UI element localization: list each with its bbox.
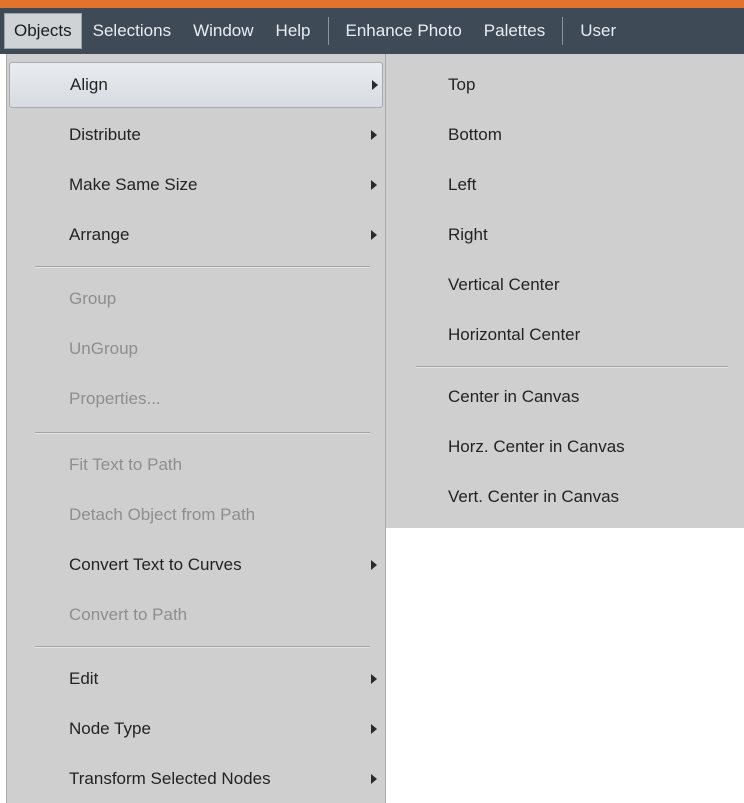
menu-enhance-photo-label: Enhance Photo	[345, 21, 462, 40]
submenu-item-right[interactable]: Right	[386, 212, 744, 258]
menu-item-label: Convert to Path	[69, 605, 188, 624]
menu-palettes[interactable]: Palettes	[473, 13, 556, 49]
menu-selections[interactable]: Selections	[82, 13, 182, 49]
submenu-item-top[interactable]: Top	[386, 62, 744, 108]
menu-selections-label: Selections	[92, 21, 172, 40]
menu-user-label: User	[580, 21, 617, 40]
menu-item-label: Edit	[69, 669, 99, 688]
menu-window[interactable]: Window	[182, 13, 264, 49]
menu-item-convert-to-path: Convert to Path	[9, 592, 383, 638]
menu-bar: Objects Selections Window Help Enhance P…	[0, 8, 744, 54]
menu-item-convert-text-to-curves[interactable]: Convert Text to Curves	[9, 542, 383, 588]
menu-objects-label: Objects	[14, 21, 72, 40]
submenu-arrow-icon	[371, 130, 377, 140]
menu-item-label: Node Type	[69, 719, 151, 738]
title-accent-strip	[0, 0, 744, 8]
menu-item-label: Group	[69, 289, 117, 308]
menu-item-label: Transform Selected Nodes	[69, 769, 271, 788]
menu-help-label: Help	[275, 21, 311, 40]
menu-separator	[35, 646, 370, 648]
menu-item-edit[interactable]: Edit	[9, 656, 383, 702]
menu-item-label: Fit Text to Path	[69, 455, 183, 474]
menu-item-fit-text-to-path: Fit Text to Path	[9, 442, 383, 488]
menu-item-properties: Properties...	[9, 376, 383, 422]
submenu-item-label: Horz. Center in Canvas	[448, 437, 625, 456]
submenu-item-horz-center-in-canvas[interactable]: Horz. Center in Canvas	[386, 424, 744, 470]
submenu-arrow-icon	[371, 774, 377, 784]
submenu-separator	[416, 366, 728, 368]
submenu-item-label: Right	[448, 225, 488, 244]
menu-item-label: UnGroup	[69, 339, 138, 358]
menu-window-label: Window	[193, 21, 254, 40]
submenu-item-label: Top	[448, 75, 476, 94]
submenu-item-label: Vert. Center in Canvas	[448, 487, 620, 506]
menubar-divider	[327, 17, 329, 45]
submenu-item-center-in-canvas[interactable]: Center in Canvas	[386, 374, 744, 420]
menu-item-label: Make Same Size	[69, 175, 198, 194]
menu-palettes-label: Palettes	[483, 21, 546, 40]
submenu-item-label: Bottom	[448, 125, 502, 144]
submenu-item-bottom[interactable]: Bottom	[386, 112, 744, 158]
submenu-item-vert-center-in-canvas[interactable]: Vert. Center in Canvas	[386, 474, 744, 520]
submenu-item-vertical-center[interactable]: Vertical Center	[386, 262, 744, 308]
submenu-item-label: Center in Canvas	[448, 387, 580, 406]
submenu-arrow-icon	[371, 230, 377, 240]
menu-item-label: Arrange	[69, 225, 130, 244]
submenu-arrow-icon	[371, 724, 377, 734]
menubar-divider	[562, 17, 564, 45]
menu-item-detach-object-from-path: Detach Object from Path	[9, 492, 383, 538]
menu-item-distribute[interactable]: Distribute	[9, 112, 383, 158]
objects-dropdown-menu: Align Distribute Make Same Size Arrange …	[6, 54, 386, 803]
submenu-item-label: Vertical Center	[448, 275, 560, 294]
menu-item-label: Detach Object from Path	[69, 505, 256, 524]
menu-separator	[35, 266, 370, 268]
submenu-item-label: Left	[448, 175, 477, 194]
submenu-arrow-icon	[372, 80, 378, 90]
menu-item-label: Distribute	[69, 125, 141, 144]
menu-item-label: Align	[70, 75, 108, 94]
align-submenu: Top Bottom Left Right Vertical Center Ho…	[386, 54, 744, 528]
menu-user[interactable]: User	[569, 13, 627, 49]
menu-objects[interactable]: Objects	[4, 13, 82, 49]
menu-item-group: Group	[9, 276, 383, 322]
submenu-arrow-icon	[371, 180, 377, 190]
submenu-arrow-icon	[371, 560, 377, 570]
submenu-arrow-icon	[371, 674, 377, 684]
menu-separator	[35, 432, 370, 434]
menu-item-label: Convert Text to Curves	[69, 555, 242, 574]
menu-item-transform-selected-nodes[interactable]: Transform Selected Nodes	[9, 756, 383, 802]
menu-item-make-same-size[interactable]: Make Same Size	[9, 162, 383, 208]
menu-help[interactable]: Help	[265, 13, 322, 49]
menu-enhance-photo[interactable]: Enhance Photo	[335, 13, 473, 49]
submenu-item-left[interactable]: Left	[386, 162, 744, 208]
menu-item-align[interactable]: Align	[9, 62, 383, 108]
submenu-item-label: Horizontal Center	[448, 325, 581, 344]
menu-item-node-type[interactable]: Node Type	[9, 706, 383, 752]
menu-item-ungroup: UnGroup	[9, 326, 383, 372]
menu-item-arrange[interactable]: Arrange	[9, 212, 383, 258]
menu-item-label: Properties...	[69, 389, 161, 408]
submenu-item-horizontal-center[interactable]: Horizontal Center	[386, 312, 744, 358]
